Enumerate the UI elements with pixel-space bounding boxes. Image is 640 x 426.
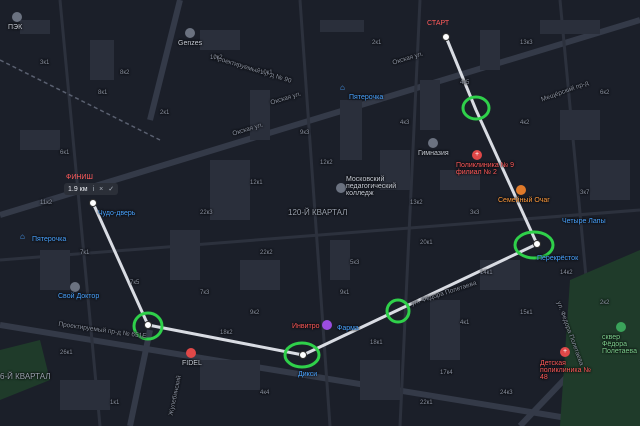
- house-number: 10к2: [210, 55, 223, 61]
- house-number: 3к1: [40, 60, 50, 66]
- house-number: 3к7: [580, 190, 590, 196]
- route-node-2: [299, 351, 307, 359]
- house-number: 12к1: [250, 180, 263, 186]
- house-number: 20к1: [420, 240, 433, 246]
- house-number: 8к1: [98, 90, 108, 96]
- route-node-3: [144, 321, 152, 329]
- district-label-left: 6-Й КВАРТАЛ: [0, 372, 51, 381]
- house-number: 1к1: [110, 400, 120, 406]
- house-number: 4к5: [460, 80, 470, 86]
- house-number: 9к1: [340, 290, 350, 296]
- poi-pyaterochka-top[interactable]: Пятерочка: [349, 94, 383, 101]
- house-number: 2к2: [600, 300, 610, 306]
- distance-box[interactable]: 1.9 км i × ✓: [64, 183, 119, 195]
- fidel-icon[interactable]: [186, 348, 196, 358]
- house-number: 26к1: [60, 350, 73, 356]
- poi-chetyre-lapy[interactable]: Четыре Лапы: [562, 218, 606, 225]
- house-number: 9к3: [300, 130, 310, 136]
- shop-left-icon[interactable]: ⌂: [20, 233, 28, 241]
- poi-pyaterochka-left[interactable]: Пятерочка: [32, 236, 66, 243]
- house-number: 5к3: [350, 260, 360, 266]
- route-node-1: [533, 240, 541, 248]
- info-icon[interactable]: i: [93, 186, 95, 193]
- poi-dixi[interactable]: Дикси: [298, 371, 317, 378]
- house-number: 2к1: [160, 110, 170, 116]
- house-number: 10к1: [260, 70, 273, 76]
- poi-invitro[interactable]: Инвитро: [292, 323, 320, 330]
- house-number: 4к4: [260, 390, 270, 396]
- finish-label: ФИНИШ: [66, 174, 93, 181]
- poi-semeyny[interactable]: Семейный Очаг: [498, 197, 550, 204]
- poi-genzes[interactable]: Genzes: [178, 40, 202, 47]
- house-number: 14к2: [560, 270, 573, 276]
- poi-perekrestok[interactable]: Перекрёсток: [537, 255, 578, 262]
- house-number: 2к1: [372, 40, 382, 46]
- map-view[interactable]: СТАРТ ФИНИШ 1.9 км i × ✓ 120-Й КВАРТАЛ 6…: [0, 0, 640, 426]
- poi-svoi-doktor[interactable]: Свой Доктор: [58, 293, 99, 300]
- house-number: 9к2: [250, 310, 260, 316]
- house-number: 8к2: [120, 70, 130, 76]
- poi-farma[interactable]: Фарма: [337, 325, 359, 332]
- genzes-icon[interactable]: [185, 28, 195, 38]
- house-number: 4к2: [520, 120, 530, 126]
- hospital-icon[interactable]: +: [472, 150, 482, 160]
- house-number: 18к2: [220, 330, 233, 336]
- park-icon[interactable]: [616, 322, 626, 332]
- house-number: 4к1: [460, 320, 470, 326]
- start-label: СТАРТ: [427, 20, 450, 27]
- poi-fidel[interactable]: FIDEL: [182, 360, 202, 367]
- poi-gimnaziya[interactable]: Гимназия: [418, 150, 449, 157]
- kids-hospital-icon[interactable]: +: [560, 347, 570, 357]
- college-icon[interactable]: [336, 183, 346, 193]
- invitro-icon[interactable]: [322, 320, 332, 330]
- poi-pek[interactable]: ПЭК: [8, 24, 22, 31]
- semeyny-icon[interactable]: [516, 185, 526, 195]
- house-number: 6к1: [60, 150, 70, 156]
- house-number: 13к2: [410, 200, 423, 206]
- house-number: 4к3: [400, 120, 410, 126]
- poi-detskaya[interactable]: Детская поликлиника № 48: [540, 360, 596, 381]
- pek-icon[interactable]: [12, 12, 22, 22]
- house-number: 13к3: [520, 40, 533, 46]
- poi-poliklinika[interactable]: Поликлиника № 9 филиал № 2: [456, 162, 516, 176]
- house-number: 17к4: [440, 370, 453, 376]
- poi-college[interactable]: Московский педагогический колледж: [346, 176, 406, 197]
- school-icon[interactable]: [428, 138, 438, 148]
- check-icon[interactable]: ✓: [108, 185, 114, 193]
- house-number: 22к2: [260, 250, 273, 256]
- house-number: 24к3: [500, 390, 513, 396]
- house-number: 7к3: [200, 290, 210, 296]
- route-node-finish: [89, 199, 97, 207]
- shop-icon[interactable]: ⌂: [340, 84, 348, 92]
- route-node-start: [442, 33, 450, 41]
- poi-chudesa[interactable]: Чудо-дверь: [98, 210, 135, 217]
- house-number: 18к1: [370, 340, 383, 346]
- house-number: 12к2: [320, 160, 333, 166]
- close-icon[interactable]: ×: [99, 186, 103, 193]
- house-number: 6к2: [600, 90, 610, 96]
- house-number: 22к1: [420, 400, 433, 406]
- doctor-icon[interactable]: [70, 282, 80, 292]
- house-number: 15к1: [520, 310, 533, 316]
- house-number: 11к2: [40, 200, 53, 206]
- house-number: 3к3: [470, 210, 480, 216]
- district-label: 120-Й КВАРТАЛ: [288, 208, 348, 217]
- house-number: 7к1: [80, 250, 90, 256]
- poi-skver[interactable]: сквер Фёдора Полетаева: [602, 334, 640, 355]
- house-number: 7к5: [130, 280, 140, 286]
- house-number: 14к1: [480, 270, 493, 276]
- distance-value: 1.9 км: [68, 185, 88, 193]
- house-number: 22к3: [200, 210, 213, 216]
